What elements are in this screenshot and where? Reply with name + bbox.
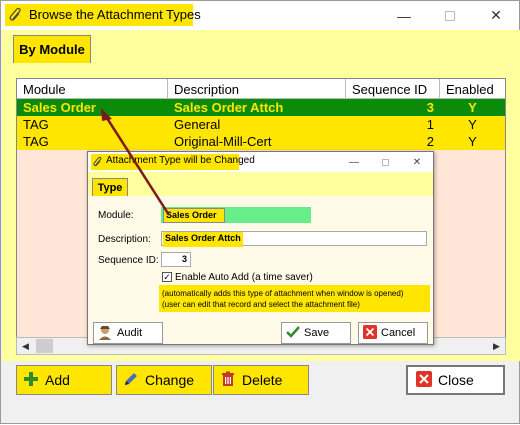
annotation-arrow xyxy=(101,108,171,216)
browse-attachment-types-window: Browse the Attachment Types — ✕ By Modul… xyxy=(0,0,520,424)
